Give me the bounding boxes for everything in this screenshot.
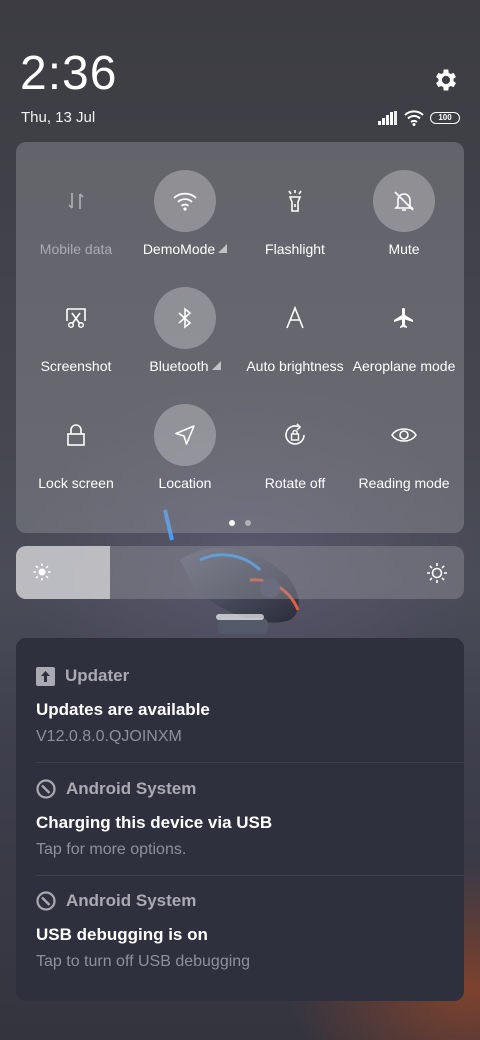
brightness-level-fill[interactable] (16, 546, 111, 599)
sun-small-icon (33, 563, 51, 581)
tile-reading-mode-button[interactable] (373, 404, 435, 466)
clock-time[interactable]: 2:36 (20, 48, 117, 100)
tile-lock-screen-button[interactable] (45, 404, 107, 466)
bluetooth-icon (178, 307, 192, 329)
battery-icon: 100 (430, 112, 460, 124)
updater-icon (36, 666, 55, 686)
wifi-icon (173, 192, 197, 211)
tile-reading-mode[interactable]: Reading mode (349, 404, 459, 504)
sun-large-icon (427, 563, 447, 583)
flashlight-icon (288, 190, 302, 212)
notification-item[interactable]: Android System USB debugging is on Tap t… (16, 863, 464, 975)
page-dot (245, 520, 251, 526)
eye-icon (391, 428, 417, 442)
signal-icon (378, 111, 397, 125)
tile-lock-screen[interactable]: Lock screen (21, 404, 131, 504)
tile-mute-label: Mute (388, 241, 420, 257)
mobile-data-icon (68, 193, 84, 209)
tile-demomode[interactable]: DemoMode (130, 170, 240, 270)
tile-mobile-data-label: Mobile data (39, 241, 113, 257)
android-system-icon (36, 779, 56, 799)
screenshot-icon (66, 308, 86, 329)
drag-handle[interactable] (216, 614, 264, 620)
tile-aeroplane-mode[interactable]: Aeroplane mode (349, 287, 459, 387)
notification-body: Tap for more options. (36, 841, 187, 858)
wifi-icon (404, 110, 424, 126)
tile-screenshot-button[interactable] (45, 287, 107, 349)
notification-item[interactable]: Android System Charging this device via … (16, 751, 464, 863)
tile-flashlight-button[interactable] (264, 170, 326, 232)
auto-brightness-icon (286, 306, 304, 329)
tile-demomode-label: DemoMode (142, 241, 216, 257)
tile-auto-brightness-label: Auto brightness (246, 358, 344, 374)
tile-location-button[interactable] (154, 404, 216, 466)
expand-caret-icon[interactable] (211, 361, 221, 370)
notification-body: Tap to turn off USB debugging (36, 953, 251, 970)
notification-app-header: Android System (36, 779, 196, 799)
android-system-icon (36, 891, 56, 911)
notification-title: Updates are available (36, 700, 210, 719)
tile-auto-brightness-button[interactable] (264, 287, 326, 349)
tile-location-label: Location (158, 475, 212, 491)
page-indicator (16, 520, 464, 526)
tile-screenshot[interactable]: Screenshot (21, 287, 131, 387)
tile-lock-screen-label: Lock screen (38, 475, 114, 491)
notification-item[interactable]: Updater Updates are available V12.0.8.0.… (16, 638, 464, 750)
airplane-icon (394, 308, 413, 328)
page-dot-active (229, 520, 235, 526)
tile-rotate-off-label: Rotate off (264, 475, 326, 491)
tile-reading-mode-label: Reading mode (358, 475, 450, 491)
notification-app-name: Android System (66, 779, 197, 798)
tile-mute-button[interactable] (373, 170, 435, 232)
gear-icon[interactable] (432, 66, 460, 94)
bell-off-icon (394, 191, 414, 211)
notification-app-name: Android System (66, 891, 197, 910)
notification-title: USB debugging is on (36, 925, 208, 944)
tile-aeroplane-mode-button[interactable] (373, 287, 435, 349)
status-date[interactable]: Thu, 13 Jul (21, 108, 95, 128)
tile-rotate-off-button[interactable] (264, 404, 326, 466)
brightness-slider[interactable] (16, 546, 464, 599)
system-status-icons: 100 (378, 108, 460, 128)
lock-icon (67, 424, 85, 446)
tile-location[interactable]: Location (130, 404, 240, 504)
notification-body: V12.0.8.0.QJOINXM (36, 728, 182, 745)
tile-mute[interactable]: Mute (349, 170, 459, 270)
notification-title: Charging this device via USB (36, 813, 273, 832)
tile-flashlight-label: Flashlight (265, 241, 325, 257)
notifications-panel: Updater Updates are available V12.0.8.0.… (16, 638, 464, 1001)
tile-bluetooth-label: Bluetooth (149, 358, 209, 374)
quick-settings-panel: Mobile data DemoMode Flashlight Mute Scr… (16, 142, 464, 533)
tile-aeroplane-mode-label: Aeroplane mode (352, 358, 456, 374)
rotate-lock-icon (285, 423, 305, 445)
notification-app-name: Updater (65, 666, 130, 685)
tile-bluetooth-button[interactable] (154, 287, 216, 349)
tile-demomode-button[interactable] (154, 170, 216, 232)
tile-mobile-data-button[interactable] (45, 170, 107, 232)
expand-caret-icon[interactable] (218, 244, 228, 253)
tile-screenshot-label: Screenshot (40, 358, 112, 374)
tile-bluetooth[interactable]: Bluetooth (130, 287, 240, 387)
tile-rotate-off[interactable]: Rotate off (240, 404, 350, 504)
tile-mobile-data[interactable]: Mobile data (21, 170, 131, 270)
tile-auto-brightness[interactable]: Auto brightness (240, 287, 350, 387)
notification-app-header: Android System (36, 891, 196, 911)
tile-flashlight[interactable]: Flashlight (240, 170, 350, 270)
location-icon (175, 425, 195, 445)
notification-app-header: Updater (36, 666, 129, 686)
